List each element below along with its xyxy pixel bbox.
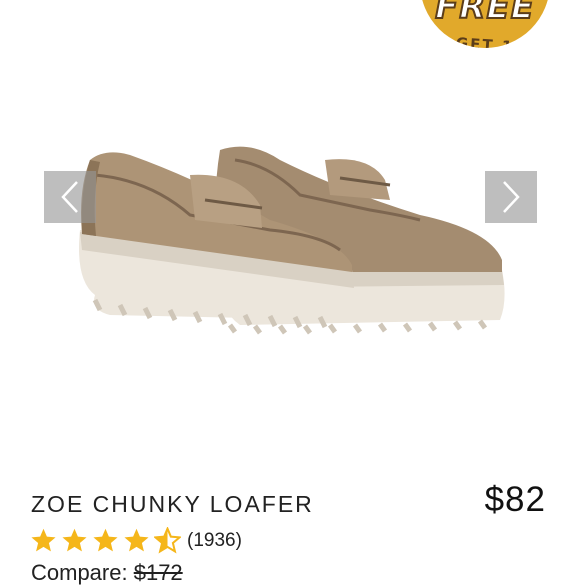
star-icon [93,528,118,552]
promo-badge: FREE GET 1 [420,0,550,48]
star-icon [124,528,149,552]
gallery-next-button[interactable] [485,171,537,223]
chevron-right-icon [503,181,520,213]
product-image [79,146,505,335]
promo-badge-get-text: GET 1 [455,33,515,48]
product-rating[interactable]: (1936) [30,527,242,554]
review-count[interactable]: (1936) [187,530,242,552]
chevron-left-icon [61,181,78,213]
star-icon [31,528,56,552]
star-half-icon [154,527,181,554]
product-price: $82 [484,480,546,519]
compare-price: Compare: $172 [31,560,183,586]
compare-label: Compare: [31,560,128,585]
promo-badge-free-text: FREE [434,0,535,27]
star-icon [62,528,87,552]
compare-original-price: $172 [133,560,183,585]
product-title: ZOE CHUNKY LOAFER [31,491,314,517]
gallery-prev-button[interactable] [44,171,96,223]
